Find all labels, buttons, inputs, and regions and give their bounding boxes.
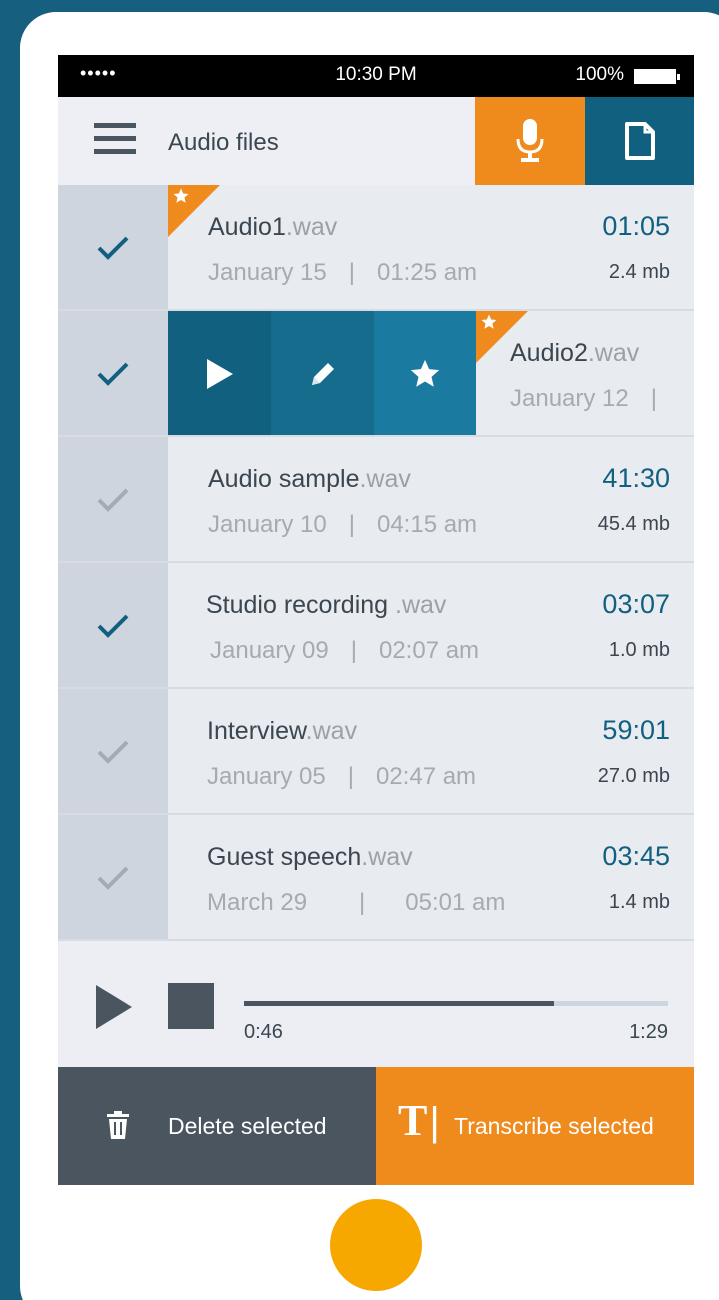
hamburger-icon[interactable] [94,123,136,159]
star-icon [173,188,189,203]
list-item[interactable]: Audio1.wav January 15 | 01:25 am 01:05 2.4… [58,185,694,311]
file-meta: January 10 | 04:15 am [208,511,478,538]
current-time: 0:46 [244,1021,283,1043]
app-bar: Audio files [58,97,694,185]
row-checkbox[interactable] [58,815,168,939]
row-checkbox[interactable] [58,437,168,561]
file-name: Interview.wav [207,717,358,745]
list-item[interactable]: Audio sample.wav January 10 | 04:15 am 41:… [58,437,694,563]
file-name: Studio recording .wav [206,591,447,619]
file-size: 27.0 mb [597,765,670,787]
delete-selected-button[interactable]: Delete selected [58,1067,376,1185]
play-icon [206,359,233,389]
microphone-icon [516,119,544,162]
file-duration: 03:07 [602,589,670,619]
file-content[interactable]: Audio1.wav January 15 | 01:25 am 01:05 2.4… [168,185,694,309]
total-time: 1:29 [629,1021,668,1043]
file-content[interactable]: Audio2.wav January 12 | [476,311,694,435]
star-icon [481,314,497,329]
transcribe-selected-label: Transcribe selected [454,1113,654,1139]
checkmark-icon [97,488,129,512]
star-file-button[interactable] [374,311,476,435]
checkmark-icon [97,614,129,638]
row-checkbox[interactable] [58,689,168,813]
stop-icon[interactable] [168,983,214,1029]
checkmark-icon [97,866,129,890]
file-size: 45.4 mb [597,513,670,535]
list-item[interactable]: Interview.wav January 05 | 02:47 am 59:01 … [58,689,694,815]
file-name: Audio1.wav [208,213,338,241]
file-content[interactable]: Interview.wav January 05 | 02:47 am 59:01 … [168,689,694,813]
checkmark-icon [97,236,129,260]
record-button[interactable] [475,97,585,185]
document-icon [624,122,655,160]
delete-selected-label: Delete selected [168,1113,327,1139]
file-meta: January 12 | [510,385,657,412]
text-cursor-icon: T| [398,1096,440,1145]
transcribe-selected-button[interactable]: T| Transcribe selected [376,1067,694,1185]
battery-icon [634,69,680,84]
file-meta: January 09 | 02:07 am [210,637,480,664]
checkmark-icon [97,740,129,764]
file-name: Audio sample.wav [208,465,411,493]
page-title: Audio files [168,129,279,156]
status-bar: ••••• 10:30 PM 100% [58,55,694,97]
checkmark-icon [97,362,129,386]
play-icon[interactable] [94,983,134,1031]
star-icon [410,359,440,387]
home-button[interactable] [330,1199,422,1291]
phone-screen: ••••• 10:30 PM 100% Audio files Audio1.w… [58,55,694,1185]
row-checkbox[interactable] [58,185,168,309]
list-item[interactable]: Audio2.wav January 12 | [58,311,694,437]
progress-track[interactable] [244,1001,668,1006]
row-actions [168,311,476,435]
play-file-button[interactable] [168,311,271,435]
file-content[interactable]: Studio recording .wav January 09 | 02:07 a… [168,563,694,687]
row-checkbox[interactable] [58,311,168,435]
battery-percent: 100% [575,64,624,85]
file-size: 1.0 mb [608,639,670,661]
file-content[interactable]: Guest speech.wav March 29 | 05:01 am 03:45… [168,815,694,939]
file-duration: 03:45 [602,841,670,871]
edit-file-button[interactable] [271,311,374,435]
list-item[interactable]: Studio recording .wav January 09 | 02:07 a… [58,563,694,689]
new-document-button[interactable] [585,97,694,185]
row-checkbox[interactable] [58,563,168,687]
list-item[interactable]: Guest speech.wav March 29 | 05:01 am 03:45… [58,815,694,941]
file-content[interactable]: Audio sample.wav January 10 | 04:15 am 41:… [168,437,694,561]
file-duration: 41:30 [602,463,670,493]
trash-icon [107,1111,129,1139]
file-size: 1.4 mb [608,891,670,913]
file-meta: January 05 | 02:47 am [207,763,477,790]
audio-player: 0:46 1:29 [58,941,694,1067]
file-meta: January 15 | 01:25 am [208,259,478,286]
file-duration: 01:05 [602,211,670,241]
file-name: Audio2.wav [510,339,640,367]
file-name: Guest speech.wav [207,843,413,871]
pencil-icon [311,363,334,385]
file-meta: March 29 | 05:01 am [207,889,506,916]
file-duration: 59:01 [602,715,670,745]
file-size: 2.4 mb [608,261,670,283]
progress-fill [244,1001,554,1006]
